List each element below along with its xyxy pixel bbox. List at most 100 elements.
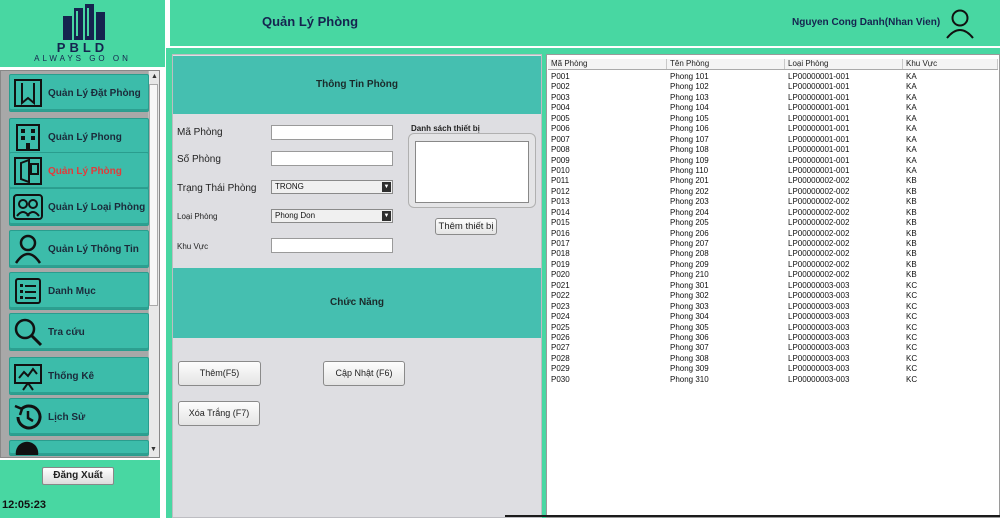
table-cell: P026: [551, 332, 570, 342]
table-cell: KA: [906, 124, 917, 134]
sidebar-scroll-thumb[interactable]: [149, 84, 158, 306]
sidebar-item-more[interactable]: [9, 440, 149, 456]
table-row[interactable]: P029 Phong 309 LP00000003-003 KC: [548, 364, 998, 374]
table-row[interactable]: P018 Phong 208 LP00000002-002 KB: [548, 249, 998, 259]
col-ma-phong[interactable]: Mã Phòng: [548, 59, 667, 69]
brand-name: PBLD: [56, 40, 109, 55]
table-row[interactable]: P019 Phong 209 LP00000002-002 KB: [548, 260, 998, 270]
table-row[interactable]: P014 Phong 204 LP00000002-002 KB: [548, 208, 998, 218]
table-cell: KA: [906, 155, 917, 165]
add-equipment-button[interactable]: Thêm thiết bị: [435, 218, 497, 235]
table-row[interactable]: P005 Phong 105 LP00000001-001 KA: [548, 114, 998, 124]
sidebar-item-quan-ly-dat-phong[interactable]: Quản Lý Đặt Phòng: [9, 74, 149, 112]
table-row[interactable]: P022 Phong 302 LP00000003-003 KC: [548, 291, 998, 301]
sidebar-item-label: Quản Lý Thông Tin: [48, 243, 139, 255]
ma-phong-label: Mã Phòng: [177, 127, 223, 138]
table-row[interactable]: P006 Phong 106 LP00000001-001 KA: [548, 124, 998, 134]
table-cell: Phong 105: [670, 113, 709, 123]
sidebar-item-quan-ly-loai-phong[interactable]: Quản Lý Loại Phòng: [9, 188, 149, 226]
scroll-up-icon[interactable]: ▲: [149, 71, 160, 82]
sidebar-item-tra-cuu[interactable]: Tra cứu: [9, 313, 149, 351]
add-button[interactable]: Thêm(F5): [178, 361, 261, 386]
table-row[interactable]: P024 Phong 304 LP00000003-003 KC: [548, 312, 998, 322]
table-row[interactable]: P003 Phong 103 LP00000001-001 KA: [548, 93, 998, 103]
sidebar-item-label: Quản Lý Loại Phòng: [48, 201, 146, 213]
sidebar-item-lich-su[interactable]: Lịch Sử: [9, 398, 149, 436]
table-header: Mã Phòng Tên Phòng Loại Phòng Khu Vực: [548, 59, 998, 70]
table-cell: Phong 208: [670, 249, 709, 259]
table-cell: Phong 106: [670, 124, 709, 134]
clear-button[interactable]: Xóa Trắng (F7): [178, 401, 260, 426]
table-row[interactable]: P028 Phong 308 LP00000003-003 KC: [548, 354, 998, 364]
table-cell: KC: [906, 332, 918, 342]
sidebar-item-quan-ly-phong-1[interactable]: Quản Lý Phong: [9, 118, 149, 156]
col-khu-vuc[interactable]: Khu Vực: [903, 59, 998, 69]
table-cell: LP00000001-001: [788, 92, 850, 102]
table-cell: LP00000003-003: [788, 332, 850, 342]
brand-tagline: ALWAYS GO ON: [34, 54, 131, 63]
table-cell: LP00000001-001: [788, 165, 850, 175]
table-row[interactable]: P013 Phong 203 LP00000002-002 KB: [548, 197, 998, 207]
table-cell: LP00000001-001: [788, 103, 850, 113]
table-row[interactable]: P020 Phong 210 LP00000002-002 KB: [548, 270, 998, 280]
table-cell: Phong 204: [670, 207, 709, 217]
sidebar-item-label: Quản Lý Phòng: [48, 165, 122, 177]
table-row[interactable]: P030 Phong 310 LP00000003-003 KC: [548, 375, 998, 385]
table-row[interactable]: P001 Phong 101 LP00000001-001 KA: [548, 72, 998, 82]
equipment-list[interactable]: [415, 141, 529, 203]
table-cell: Phong 202: [670, 186, 709, 196]
table-cell: Phong 103: [670, 92, 709, 102]
so-phong-input[interactable]: [271, 151, 393, 166]
table-row[interactable]: P010 Phong 110 LP00000001-001 KA: [548, 166, 998, 176]
table-row[interactable]: P008 Phong 108 LP00000001-001 KA: [548, 145, 998, 155]
table-row[interactable]: P009 Phong 109 LP00000001-001 KA: [548, 156, 998, 166]
table-cell: KC: [906, 301, 918, 311]
table-row[interactable]: P026 Phong 306 LP00000003-003 KC: [548, 333, 998, 343]
khu-vuc-input[interactable]: [271, 238, 393, 253]
sidebar-item-thong-ke[interactable]: Thống Kê: [9, 357, 149, 395]
chevron-down-icon[interactable]: ▼: [382, 182, 391, 192]
equipment-label: Danh sách thiết bị: [411, 124, 480, 133]
logout-button[interactable]: Đăng Xuất: [42, 467, 114, 485]
functions-header: Chức Năng: [173, 268, 541, 338]
table-cell: LP00000002-002: [788, 186, 850, 196]
table-cell: LP00000003-003: [788, 280, 850, 290]
sidebar-item-quan-ly-phong-active[interactable]: Quản Lý Phòng: [9, 152, 149, 190]
table-cell: LP00000002-002: [788, 197, 850, 207]
sidebar-item-label: Lịch Sử: [48, 411, 86, 423]
table-cell: LP00000002-002: [788, 259, 850, 269]
user-icon[interactable]: [945, 8, 975, 40]
update-button[interactable]: Cập Nhật (F6): [323, 361, 405, 386]
table-row[interactable]: P004 Phong 104 LP00000001-001 KA: [548, 103, 998, 113]
table-row[interactable]: P021 Phong 301 LP00000003-003 KC: [548, 281, 998, 291]
table-row[interactable]: P002 Phong 102 LP00000001-001 KA: [548, 82, 998, 92]
table-row[interactable]: P016 Phong 206 LP00000002-002 KB: [548, 229, 998, 239]
table-row[interactable]: P017 Phong 207 LP00000002-002 KB: [548, 239, 998, 249]
table-row[interactable]: P015 Phong 205 LP00000002-002 KB: [548, 218, 998, 228]
table-cell: P013: [551, 197, 570, 207]
trang-thai-value: TRONG: [275, 182, 304, 191]
ma-phong-input[interactable]: [271, 125, 393, 140]
table-row[interactable]: P012 Phong 202 LP00000002-002 KB: [548, 187, 998, 197]
table-row[interactable]: P025 Phong 305 LP00000003-003 KC: [548, 323, 998, 333]
col-loai-phong[interactable]: Loại Phòng: [785, 59, 903, 69]
trang-thai-select[interactable]: TRONG ▼: [271, 180, 393, 194]
table-cell: LP00000003-003: [788, 312, 850, 322]
table-row[interactable]: P027 Phong 307 LP00000003-003 KC: [548, 343, 998, 353]
table-row[interactable]: P007 Phong 107 LP00000001-001 KA: [548, 135, 998, 145]
col-ten-phong[interactable]: Tên Phòng: [667, 59, 785, 69]
table-row[interactable]: P011 Phong 201 LP00000002-002 KB: [548, 176, 998, 186]
sidebar-item-quan-ly-thong-tin[interactable]: Quản Lý Thông Tin: [9, 230, 149, 268]
sidebar-item-danh-muc[interactable]: Danh Mục: [9, 272, 149, 310]
table-row[interactable]: P023 Phong 303 LP00000003-003 KC: [548, 302, 998, 312]
loai-phong-select[interactable]: Phong Don ▼: [271, 209, 393, 223]
scroll-down-icon[interactable]: ▼: [148, 444, 159, 455]
table-cell: KC: [906, 353, 918, 363]
settings-icon: [15, 441, 39, 455]
table-cell: P012: [551, 186, 570, 196]
chevron-down-icon[interactable]: ▼: [382, 211, 391, 221]
table-cell: P025: [551, 322, 570, 332]
table-cell: KB: [906, 218, 917, 228]
table-cell: Phong 304: [670, 312, 709, 322]
table-cell: Phong 305: [670, 322, 709, 332]
